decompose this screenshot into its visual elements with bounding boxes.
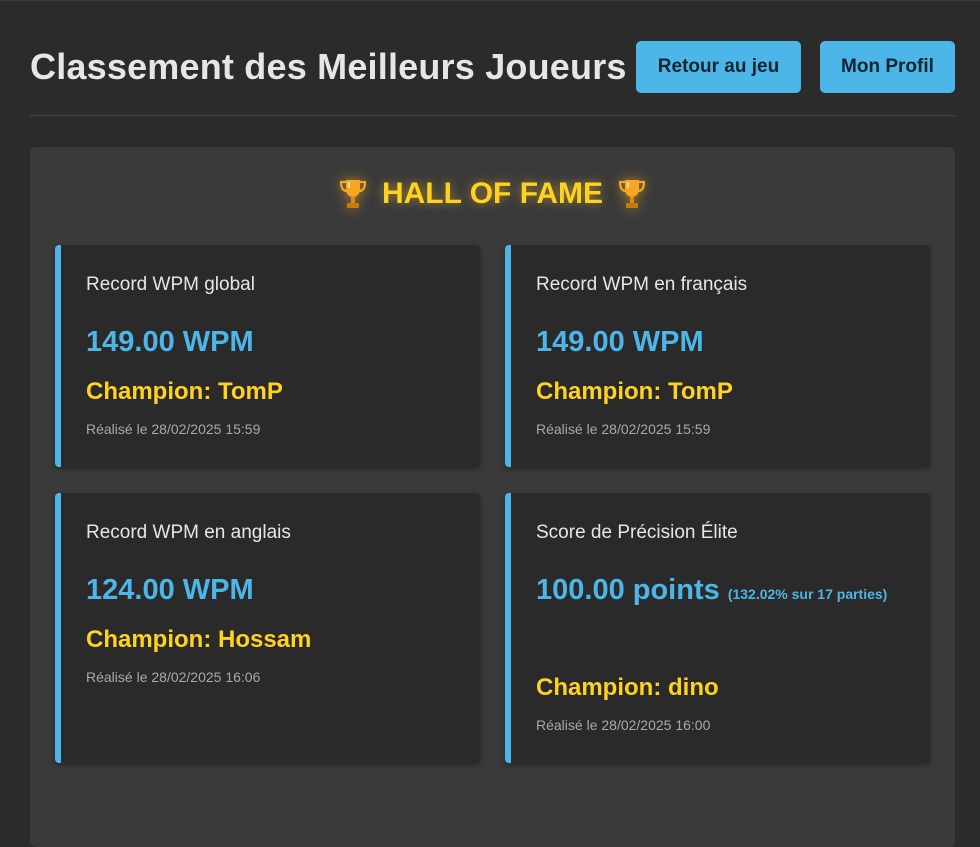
record-detail: (132.02% sur 17 parties) <box>727 586 888 602</box>
my-profile-button[interactable]: Mon Profil <box>820 41 955 93</box>
hall-of-fame-heading: HALL OF FAME <box>30 177 955 211</box>
record-value-text: 100.00 points <box>536 574 720 606</box>
record-date: Réalisé le 28/02/2025 16:06 <box>86 669 261 685</box>
record-date: Réalisé le 28/02/2025 15:59 <box>86 421 261 437</box>
record-value: 124.00 WPM <box>86 566 456 614</box>
record-card-global: Record WPM global 149.00 WPM Champion: T… <box>55 245 480 467</box>
record-value: 149.00 WPM <box>86 318 456 366</box>
trophy-icon <box>339 180 367 208</box>
record-card-english: Record WPM en anglais 124.00 WPM Champio… <box>55 493 480 763</box>
record-value: 100.00 points (132.02% sur 17 parties) <box>536 566 906 618</box>
hall-of-fame-panel: HALL OF FAME Record WPM global 149.00 WP… <box>30 147 955 847</box>
record-date: Réalisé le 28/02/2025 16:00 <box>536 717 711 733</box>
record-card-precision: Score de Précision Élite 100.00 points (… <box>505 493 930 763</box>
record-label: Record WPM global <box>86 274 255 295</box>
page-header: Classement des Meilleurs Joueurs Retour … <box>30 0 955 116</box>
hall-of-fame-title: HALL OF FAME <box>381 177 604 210</box>
record-value-text: 124.00 WPM <box>86 574 254 606</box>
back-to-game-button[interactable]: Retour au jeu <box>636 41 801 93</box>
trophy-icon <box>618 180 646 208</box>
record-date: Réalisé le 28/02/2025 15:59 <box>536 421 711 437</box>
record-card-french: Record WPM en français 149.00 WPM Champi… <box>505 245 930 467</box>
record-label: Record WPM en anglais <box>86 522 291 543</box>
record-label: Score de Précision Élite <box>536 522 738 543</box>
champion-name: Champion: TomP <box>86 378 283 405</box>
record-value-text: 149.00 WPM <box>536 326 704 358</box>
page-title: Classement des Meilleurs Joueurs <box>30 46 627 87</box>
record-value-text: 149.00 WPM <box>86 326 254 358</box>
record-label: Record WPM en français <box>536 274 748 295</box>
record-value: 149.00 WPM <box>536 318 906 366</box>
champion-name: Champion: TomP <box>536 378 733 405</box>
champion-name: Champion: Hossam <box>86 626 312 653</box>
champion-name: Champion: dino <box>536 674 719 701</box>
